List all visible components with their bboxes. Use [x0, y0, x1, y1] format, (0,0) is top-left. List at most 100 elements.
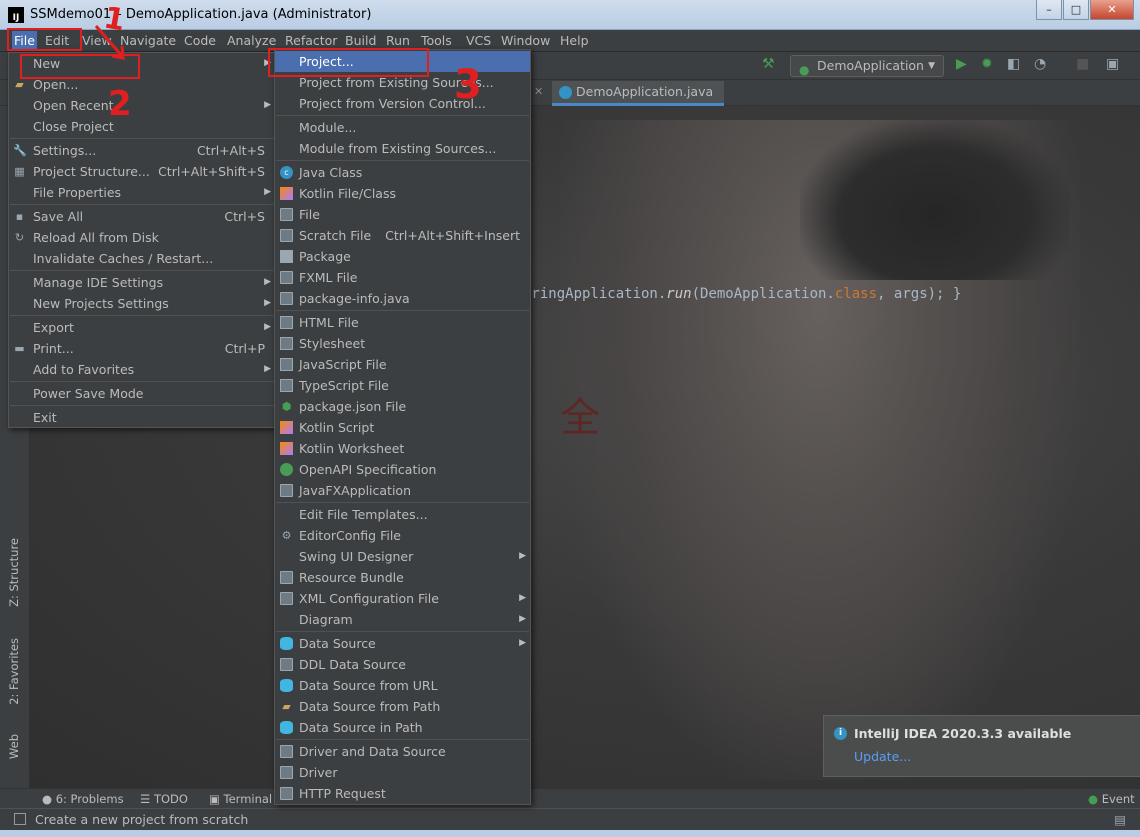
- tool-problems[interactable]: ● 6: Problems: [42, 792, 124, 806]
- menu-item-label: EditorConfig File: [299, 528, 401, 543]
- new-menu-item-kotlin-worksheet[interactable]: Kotlin Worksheet: [275, 438, 530, 459]
- tool-terminal[interactable]: ▣ Terminal: [209, 792, 272, 806]
- tool-favorites[interactable]: 2: Favorites: [7, 638, 21, 705]
- toggle-tool-windows-icon[interactable]: [14, 813, 26, 825]
- file-menu-item-save-all[interactable]: ▪ Save All Ctrl+S: [9, 206, 275, 227]
- menu-separator: [10, 381, 274, 382]
- new-menu-item-kotlin-file-class[interactable]: Kotlin File/Class: [275, 183, 530, 204]
- maximize-button[interactable]: □: [1063, 0, 1089, 20]
- new-menu-item-diagram[interactable]: Diagram ▶: [275, 609, 530, 630]
- new-menu-item-module-from-existing-sources[interactable]: Module from Existing Sources...: [275, 138, 530, 159]
- file-menu-item-print[interactable]: ▬ Print... Ctrl+P: [9, 338, 275, 359]
- status-bar: Create a new project from scratch ▤: [0, 808, 1140, 830]
- code-text: , args); }: [877, 286, 962, 302]
- code-line[interactable]: pringApplication.run(DemoApplication.cla…: [523, 286, 961, 302]
- new-menu-item-edit-file-templates[interactable]: Edit File Templates...: [275, 504, 530, 525]
- kotlin-icon: [280, 187, 293, 200]
- new-menu-item-data-source-from-url[interactable]: Data Source from URL: [275, 675, 530, 696]
- close-icon[interactable]: ✕: [534, 85, 543, 98]
- new-menu-item-fxml-file[interactable]: FXML File: [275, 267, 530, 288]
- new-menu-item-scratch-file[interactable]: Scratch File Ctrl+Alt+Shift+Insert: [275, 225, 530, 246]
- new-menu-item-resource-bundle[interactable]: Resource Bundle: [275, 567, 530, 588]
- new-menu-item-javafxapplication[interactable]: JavaFXApplication: [275, 480, 530, 501]
- file-menu-item-close-project[interactable]: Close Project: [9, 116, 275, 137]
- file-menu-item-export[interactable]: Export ▶: [9, 317, 275, 338]
- new-menu-item-package-info-java[interactable]: package-info.java: [275, 288, 530, 309]
- tool-web[interactable]: Web: [7, 734, 21, 759]
- file-menu-item-add-to-favorites[interactable]: Add to Favorites ▶: [9, 359, 275, 380]
- new-menu-item-stylesheet[interactable]: Stylesheet: [275, 333, 530, 354]
- menu-item-label: Edit File Templates...: [299, 507, 428, 522]
- run-configuration-label: DemoApplication: [817, 58, 924, 73]
- file-menu-item-new-projects-settings[interactable]: New Projects Settings ▶: [9, 293, 275, 314]
- new-menu-item-project-from-version-control[interactable]: Project from Version Control...: [275, 93, 530, 114]
- build-hammer-icon[interactable]: ⚒: [762, 56, 775, 72]
- tab-demoapplication[interactable]: DemoApplication.java: [552, 81, 724, 106]
- new-menu-item-package[interactable]: Package: [275, 246, 530, 267]
- new-menu-item-openapi-specification[interactable]: OpenAPI Specification: [275, 459, 530, 480]
- fxml-icon: [280, 271, 293, 284]
- menu-run[interactable]: Run: [384, 33, 412, 48]
- menu-item-label: Kotlin File/Class: [299, 186, 396, 201]
- file-menu-item-open-recent[interactable]: Open Recent ▶: [9, 95, 275, 116]
- file-menu-item-settings[interactable]: 🔧 Settings... Ctrl+Alt+S: [9, 140, 275, 161]
- run-icon[interactable]: ▶: [956, 56, 967, 72]
- new-menu-item-editorconfig-file[interactable]: ⚙ EditorConfig File: [275, 525, 530, 546]
- menu-item-label: Swing UI Designer: [299, 549, 414, 564]
- new-menu-item-kotlin-script[interactable]: Kotlin Script: [275, 417, 530, 438]
- menu-item-label: Export: [33, 320, 74, 335]
- new-menu-item-java-class[interactable]: c Java Class: [275, 162, 530, 183]
- annotation-number-3: 3: [454, 62, 482, 108]
- coverage-icon[interactable]: ◧: [1007, 56, 1020, 72]
- menu-tools[interactable]: Tools: [419, 33, 454, 48]
- file-menu-item-invalidate-caches-restart[interactable]: Invalidate Caches / Restart...: [9, 248, 275, 269]
- new-menu-item-driver-and-data-source[interactable]: Driver and Data Source: [275, 741, 530, 762]
- new-menu-item-ddl-data-source[interactable]: DDL Data Source: [275, 654, 530, 675]
- file-menu-item-project-structure[interactable]: ▦ Project Structure... Ctrl+Alt+Shift+S: [9, 161, 275, 182]
- minimize-button[interactable]: –: [1036, 0, 1062, 20]
- tool-todo[interactable]: ☰ TODO: [140, 792, 188, 806]
- new-menu-item-data-source-in-path[interactable]: Data Source in Path: [275, 717, 530, 738]
- debug-icon[interactable]: ✹: [981, 56, 993, 72]
- profile-icon[interactable]: ◔: [1034, 56, 1046, 72]
- new-menu-item-data-source[interactable]: Data Source ▶: [275, 633, 530, 654]
- new-menu-item-file[interactable]: File: [275, 204, 530, 225]
- file-menu-item-reload-all-from-disk[interactable]: ↻ Reload All from Disk: [9, 227, 275, 248]
- new-menu-item-driver[interactable]: Driver: [275, 762, 530, 783]
- new-menu-item-module[interactable]: Module...: [275, 117, 530, 138]
- new-menu-item-http-request[interactable]: HTTP Request: [275, 783, 530, 804]
- menu-help[interactable]: Help: [558, 33, 591, 48]
- resource-bundle-icon: [280, 571, 293, 584]
- file-menu-item-manage-ide-settings[interactable]: Manage IDE Settings ▶: [9, 272, 275, 293]
- menu-item-shortcut: Ctrl+P: [224, 341, 265, 356]
- file-menu-item-exit[interactable]: Exit: [9, 407, 275, 428]
- file-menu-item-power-save-mode[interactable]: Power Save Mode: [9, 383, 275, 404]
- menu-window[interactable]: Window: [499, 33, 552, 48]
- run-configuration-select[interactable]: ● DemoApplication ▼: [790, 55, 944, 77]
- menu-refactor[interactable]: Refactor: [283, 33, 339, 48]
- close-window-button[interactable]: ✕: [1090, 0, 1134, 20]
- memory-indicator-icon[interactable]: ▤: [1114, 812, 1126, 827]
- new-menu-item-xml-configuration-file[interactable]: XML Configuration File ▶: [275, 588, 530, 609]
- update-link[interactable]: Update...: [854, 749, 911, 764]
- new-menu-item-typescript-file[interactable]: TypeScript File: [275, 375, 530, 396]
- tool-structure[interactable]: Z: Structure: [7, 538, 21, 607]
- stop-icon[interactable]: ■: [1076, 56, 1089, 72]
- package-icon: [280, 250, 293, 263]
- menu-vcs[interactable]: VCS: [464, 33, 493, 48]
- new-menu-item-package-json-file[interactable]: ⬢ package.json File: [275, 396, 530, 417]
- menu-item-label: Close Project: [33, 119, 114, 134]
- menu-build[interactable]: Build: [343, 33, 378, 48]
- new-menu-item-data-source-from-path[interactable]: ▰ Data Source from Path: [275, 696, 530, 717]
- update-notification: i IntelliJ IDEA 2020.3.3 available Updat…: [823, 715, 1140, 777]
- menu-code[interactable]: Code: [182, 33, 218, 48]
- file-menu-item-file-properties[interactable]: File Properties ▶: [9, 182, 275, 203]
- new-menu-item-javascript-file[interactable]: JavaScript File: [275, 354, 530, 375]
- menu-analyze[interactable]: Analyze: [225, 33, 278, 48]
- menu-item-label: Manage IDE Settings: [33, 275, 164, 290]
- project-structure-icon[interactable]: ▣: [1106, 56, 1119, 72]
- submenu-arrow-icon: ▶: [519, 593, 526, 603]
- new-menu-item-html-file[interactable]: HTML File: [275, 312, 530, 333]
- new-menu-item-swing-ui-designer[interactable]: Swing UI Designer ▶: [275, 546, 530, 567]
- menu-item-label: Data Source from URL: [299, 678, 438, 693]
